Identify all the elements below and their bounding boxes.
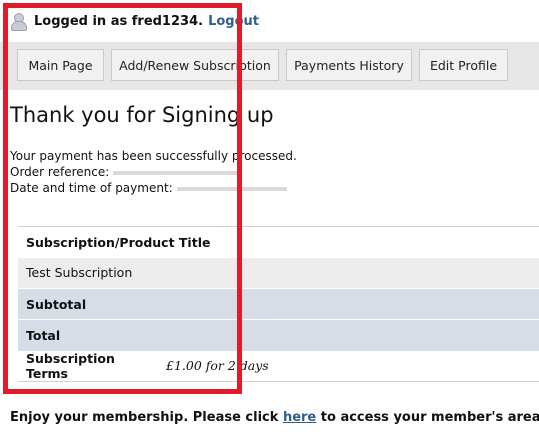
- subscription-item-name: Test Subscription: [18, 257, 539, 289]
- order-reference-line: Order reference:: [10, 164, 297, 180]
- payment-details: Your payment has been successfully proce…: [10, 148, 297, 196]
- logged-in-text: Logged in as fred1234.: [34, 13, 204, 29]
- user-icon: [10, 13, 27, 31]
- total-row: Total: [18, 319, 539, 351]
- nav-main-page-button[interactable]: Main Page: [17, 49, 104, 81]
- members-area-link[interactable]: here: [283, 410, 316, 425]
- subscription-terms-label: Subscription Terms: [18, 350, 158, 382]
- subscription-terms-value: £1.00 for 2 days: [158, 350, 539, 382]
- subscription-terms-row: Subscription Terms £1.00 for 2 days: [18, 350, 539, 382]
- membership-message: Enjoy your membership. Please click here…: [10, 410, 539, 425]
- subtotal-label: Subtotal: [18, 288, 539, 320]
- nav-payments-history-button[interactable]: Payments History: [286, 49, 412, 81]
- nav-add-renew-subscription-button[interactable]: Add/Renew Subscription: [111, 49, 279, 81]
- subtotal-row: Subtotal: [18, 288, 539, 320]
- order-summary-table: Subscription/Product Title Test Subscrip…: [18, 226, 539, 382]
- membership-message-before: Enjoy your membership. Please click: [10, 410, 283, 425]
- payment-date-label: Date and time of payment:: [10, 181, 173, 195]
- page-title: Thank you for Signing up: [10, 103, 274, 127]
- product-title-header: Subscription/Product Title: [18, 226, 539, 258]
- table-row: Test Subscription: [18, 257, 539, 289]
- membership-message-after: to access your member's area.: [316, 410, 539, 425]
- nav-edit-profile-button[interactable]: Edit Profile: [419, 49, 508, 81]
- table-header-row: Subscription/Product Title: [18, 226, 539, 258]
- payment-success-message: Your payment has been successfully proce…: [10, 149, 297, 163]
- user-status-bar: Logged in as fred1234. Logout: [10, 10, 259, 32]
- payment-date-line: Date and time of payment:: [10, 180, 297, 196]
- logout-link[interactable]: Logout: [208, 14, 259, 29]
- redacted-payment-date: [176, 186, 287, 191]
- total-label: Total: [18, 319, 539, 351]
- order-reference-label: Order reference:: [10, 165, 110, 179]
- redacted-order-reference: [113, 170, 239, 175]
- navigation-bar: Main Page Add/Renew Subscription Payment…: [0, 42, 539, 90]
